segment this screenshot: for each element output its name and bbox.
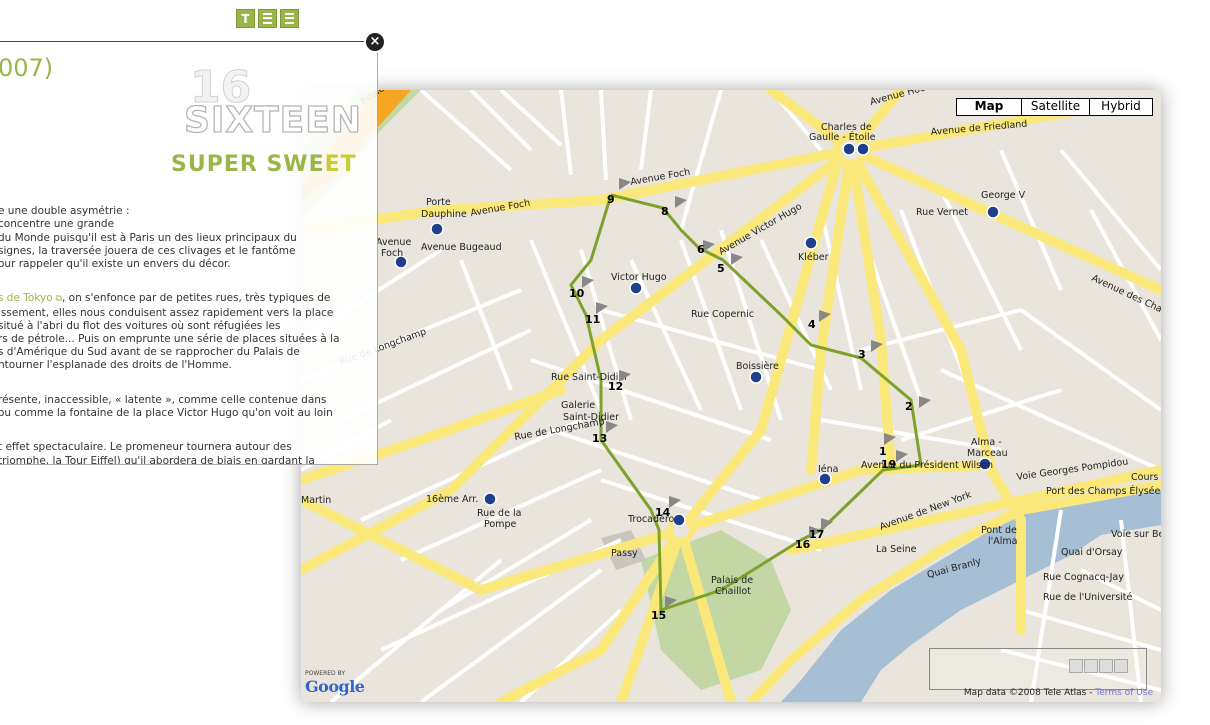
svg-text:3: 3: [858, 348, 866, 361]
svg-text:Boissière: Boissière: [736, 361, 779, 372]
paragraph: s de Tokyo ⧉, on s'enfonce par de petite…: [0, 292, 340, 372]
map-type-hybrid-button[interactable]: Hybrid: [1089, 98, 1153, 116]
map-type-satellite-button[interactable]: Satellite: [1021, 98, 1090, 116]
svg-text:l'Alma: l'Alma: [988, 536, 1017, 547]
paragraph: résente, inaccessible, « latente », comm…: [0, 393, 333, 420]
view-toolbar: T: [236, 9, 299, 28]
external-link-icon: ⧉: [52, 294, 62, 305]
powered-by-label: POWERED BY: [305, 670, 346, 677]
terms-of-use-link[interactable]: Terms of Use: [1095, 688, 1153, 698]
map-type-map-button[interactable]: Map: [956, 98, 1022, 116]
svg-text:Victor Hugo: Victor Hugo: [611, 272, 667, 283]
svg-text:Kléber: Kléber: [798, 252, 829, 263]
panel-title: 007): [0, 54, 54, 82]
svg-text:13: 13: [592, 432, 607, 445]
svg-text:Martin: Martin: [301, 495, 331, 506]
svg-text:Voie sur Be: Voie sur Be: [1111, 529, 1161, 540]
svg-text:2: 2: [905, 400, 913, 413]
svg-text:Passy: Passy: [611, 548, 638, 559]
overview-controls: [1069, 659, 1128, 673]
list-icon: [263, 13, 272, 24]
logo-sixteen: SIXTEEN: [183, 99, 362, 141]
next-icon[interactable]: [1099, 659, 1113, 673]
svg-text:Rue Vernet: Rue Vernet: [916, 207, 968, 218]
close-icon: ×: [369, 34, 381, 49]
attribution-text: Map data ©2008 Tele Atlas -: [963, 688, 1096, 698]
svg-text:Iéna: Iéna: [818, 464, 839, 475]
page-icon: [285, 13, 294, 24]
svg-text:Chaillot: Chaillot: [715, 586, 751, 597]
svg-text:17: 17: [809, 528, 824, 541]
svg-text:La Seine: La Seine: [876, 544, 917, 555]
google-wordmark: Google: [305, 677, 365, 696]
info-panel: 007) 16 SIXTEEN SUPER SWEET e une double…: [0, 41, 378, 465]
svg-text:Rue Cognacq-Jay: Rue Cognacq-Jay: [1043, 572, 1124, 583]
svg-text:Pompe: Pompe: [484, 519, 516, 530]
svg-text:8: 8: [661, 205, 669, 218]
svg-text:Rue Copernic: Rue Copernic: [691, 309, 754, 320]
first-icon[interactable]: [1069, 659, 1083, 673]
list-view-button[interactable]: [258, 9, 277, 28]
svg-text:10: 10: [569, 287, 585, 300]
svg-text:Pont de: Pont de: [981, 525, 1017, 536]
svg-text:16ème Arr.: 16ème Arr.: [426, 494, 478, 505]
svg-text:5: 5: [717, 262, 725, 275]
svg-text:Marceau: Marceau: [967, 448, 1008, 459]
svg-text:Avenue Bugeaud: Avenue Bugeaud: [421, 242, 502, 253]
svg-text:Porte: Porte: [426, 197, 451, 208]
svg-text:Port des Champs Élysées: Port des Champs Élysées: [1046, 485, 1161, 497]
svg-text:4: 4: [808, 318, 816, 331]
last-icon[interactable]: [1114, 659, 1128, 673]
svg-text:6: 6: [697, 243, 705, 256]
svg-text:Cours: Cours: [1131, 472, 1158, 483]
svg-text:Rue de la: Rue de la: [477, 508, 521, 519]
svg-text:Palais de: Palais de: [711, 575, 753, 586]
svg-text:11: 11: [585, 313, 600, 326]
overview-map[interactable]: [929, 648, 1147, 690]
svg-text:Avenue: Avenue: [376, 237, 411, 248]
svg-text:15: 15: [651, 609, 666, 622]
google-logo[interactable]: POWERED BY Google: [305, 670, 365, 696]
map-attribution: Map data ©2008 Tele Atlas - Terms of Use: [964, 688, 1153, 698]
svg-text:George V: George V: [981, 190, 1026, 201]
svg-text:1: 1: [879, 445, 887, 458]
svg-text:Galerie: Galerie: [561, 400, 595, 411]
svg-text:Rue de l'Université: Rue de l'Université: [1043, 592, 1133, 603]
svg-text:Foch: Foch: [381, 248, 403, 259]
logo-super-sweet: SUPER SWEET: [171, 152, 357, 177]
text-view-button[interactable]: T: [236, 9, 255, 28]
palais-de-tokyo-link[interactable]: s de Tokyo: [0, 292, 53, 304]
svg-text:Alma -: Alma -: [971, 437, 1002, 448]
page-view-button[interactable]: [280, 9, 299, 28]
svg-text:14: 14: [655, 506, 671, 519]
svg-text:12: 12: [608, 380, 623, 393]
map-view[interactable]: Boulevard Lannes Charles de Gaulle - Éto…: [301, 90, 1161, 702]
svg-text:9: 9: [607, 193, 615, 206]
svg-text:Dauphine: Dauphine: [421, 209, 467, 220]
svg-text:19: 19: [881, 458, 896, 471]
paragraph: t effet spectaculaire. Le promeneur tour…: [0, 441, 315, 465]
prev-icon[interactable]: [1084, 659, 1098, 673]
close-panel-button[interactable]: ×: [366, 33, 384, 51]
place-label: Gaulle - Étoile: [809, 131, 876, 143]
map-type-control: Map Satellite Hybrid: [956, 98, 1153, 116]
panel-body-text: e une double asymétrie : concentre une g…: [0, 192, 374, 465]
text-icon: T: [241, 11, 250, 26]
svg-text:Quai d'Orsay: Quai d'Orsay: [1061, 547, 1123, 558]
map-canvas[interactable]: Boulevard Lannes Charles de Gaulle - Éto…: [301, 90, 1161, 702]
paragraph: e une double asymétrie : concentre une g…: [0, 205, 297, 271]
